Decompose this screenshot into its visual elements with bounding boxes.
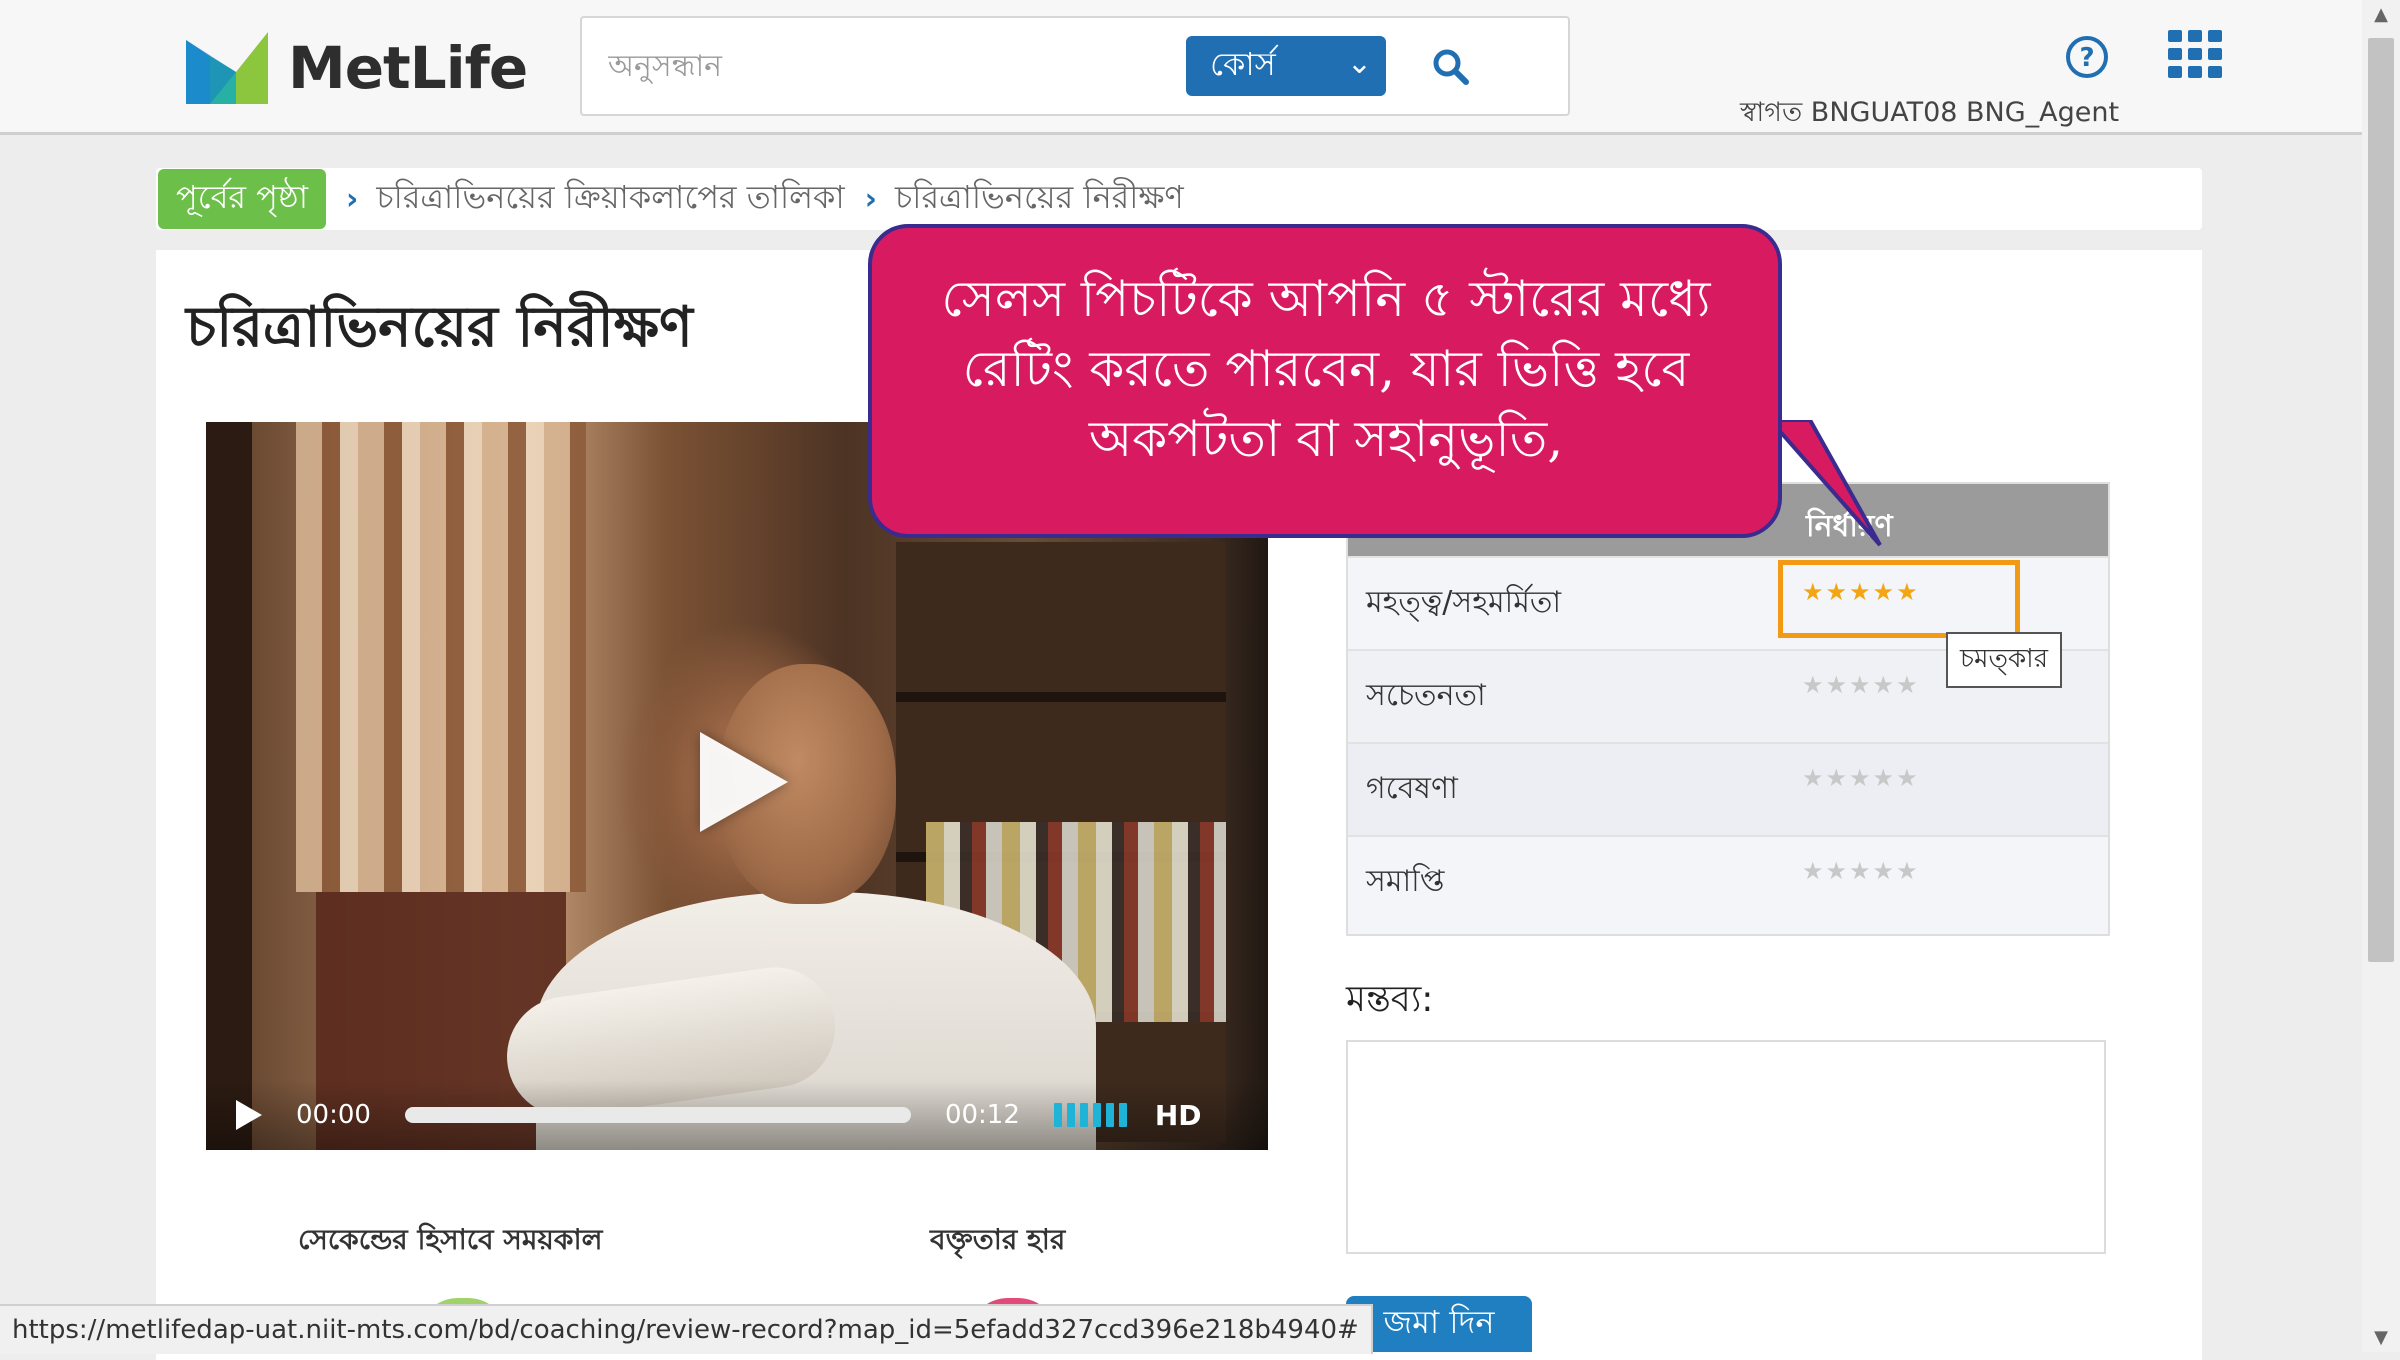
- callout-tail: [1770, 420, 1882, 547]
- search-icon: [1433, 49, 1469, 85]
- submit-button[interactable]: জমা দিন: [1346, 1296, 1532, 1352]
- comments-label: মন্তব্য:: [1346, 979, 1434, 1020]
- duration-time: 00:12: [944, 1100, 1020, 1130]
- top-header: MetLife কোর্স ⌄ ? স্বাগত BNGUAT08 BNG_Ag…: [0, 0, 2362, 135]
- volume-bar: [1079, 1103, 1088, 1127]
- scroll-up-arrow-icon[interactable]: ▲: [2362, 4, 2400, 25]
- rating-row: গবেষণা ★★★★★: [1348, 742, 2108, 837]
- duration-seconds-label: সেকেন্ডের হিসাবে সময়কাল: [298, 1223, 603, 1256]
- breadcrumb: পূর্বের পৃষ্ঠা › চরিত্রাভিনয়ের ক্রিয়াক…: [156, 168, 2202, 230]
- star-icon[interactable]: ★: [1802, 671, 1826, 699]
- status-bar-url: https://metlifedap-uat.niit-mts.com/bd/c…: [0, 1304, 1373, 1354]
- search-scope-label: কোর্স: [1210, 45, 1276, 83]
- metlife-logo[interactable]: MetLife: [186, 30, 528, 106]
- rating-row-label: মহত্ত্ব/সহমর্মিতা: [1366, 585, 1562, 620]
- callout-text: সেলস পিচটিকে আপনি ৫ স্টারের মধ্যে রেটিং …: [941, 270, 1711, 468]
- volume-icon[interactable]: [1053, 1103, 1127, 1127]
- rating-row-label: গবেষণা: [1366, 771, 1458, 806]
- rating-row-label: সচেতনতা: [1366, 678, 1486, 713]
- star-icon[interactable]: ★: [1896, 764, 1920, 792]
- star-icon[interactable]: ★: [1873, 764, 1897, 792]
- vertical-scrollbar[interactable]: ▲ ▼: [2362, 0, 2400, 1352]
- star-icon[interactable]: ★: [1849, 764, 1873, 792]
- star-icon[interactable]: ★: [1896, 671, 1920, 699]
- star-rating[interactable]: ★★★★★: [1802, 857, 1920, 885]
- rating-row-label: সমাপ্তি: [1366, 864, 1445, 899]
- volume-bar: [1092, 1103, 1101, 1127]
- svg-text:?: ?: [2079, 43, 2094, 73]
- scroll-down-arrow-icon[interactable]: ▼: [2362, 1327, 2400, 1348]
- rating-highlight-box: [1778, 560, 2020, 638]
- video-progress-bar[interactable]: [404, 1107, 911, 1123]
- apps-grid-icon[interactable]: [2168, 30, 2224, 78]
- hd-quality-button[interactable]: HD: [1155, 1099, 1202, 1132]
- star-icon[interactable]: ★: [1826, 764, 1850, 792]
- star-icon[interactable]: ★: [1849, 857, 1873, 885]
- star-icon[interactable]: ★: [1826, 671, 1850, 699]
- star-icon[interactable]: ★: [1849, 671, 1873, 699]
- breadcrumb-activity-list[interactable]: চরিত্রাভিনয়ের ক্রিয়াকলাপের তালিকা: [376, 172, 844, 226]
- rating-tooltip: চমত্কার: [1946, 632, 2063, 688]
- help-icon[interactable]: ?: [2064, 34, 2110, 80]
- breadcrumb-current: চরিত্রাভিনয়ের নিরীক্ষণ: [895, 178, 1184, 216]
- scrollbar-thumb[interactable]: [2368, 38, 2394, 962]
- big-play-icon[interactable]: [700, 732, 788, 832]
- search-input[interactable]: [606, 38, 1150, 94]
- page-title: চরিত্রাভিনয়ের নিরীক্ষণ: [186, 295, 693, 360]
- volume-bar: [1118, 1103, 1127, 1127]
- star-icon[interactable]: ★: [1873, 857, 1897, 885]
- back-button[interactable]: পূর্বের পৃষ্ঠা: [158, 169, 327, 229]
- search-button[interactable]: [1422, 38, 1480, 96]
- star-rating[interactable]: ★★★★★: [1802, 764, 1920, 792]
- volume-bar: [1105, 1103, 1114, 1127]
- comments-textarea[interactable]: [1346, 1040, 2106, 1254]
- video-frame-curtain: [296, 422, 586, 892]
- volume-bar: [1066, 1103, 1075, 1127]
- speech-rate-label: বক্তৃতার হার: [930, 1223, 1066, 1256]
- chevron-right-icon: ›: [864, 181, 878, 217]
- search-bar: কোর্স ⌄: [580, 16, 1570, 116]
- video-controls: 00:00 00:12 HD: [206, 1080, 1268, 1150]
- chevron-down-icon: ⌄: [1346, 46, 1372, 81]
- chevron-right-icon: ›: [346, 181, 359, 217]
- star-icon[interactable]: ★: [1802, 857, 1826, 885]
- star-icon[interactable]: ★: [1873, 671, 1897, 699]
- rating-row: সমাপ্তি ★★★★★: [1348, 835, 2108, 930]
- current-time: 00:00: [296, 1100, 371, 1130]
- volume-bar: [1053, 1103, 1062, 1127]
- search-scope-dropdown[interactable]: কোর্স ⌄: [1186, 36, 1386, 96]
- star-icon[interactable]: ★: [1802, 764, 1826, 792]
- play-icon[interactable]: [236, 1100, 262, 1130]
- star-icon[interactable]: ★: [1826, 857, 1850, 885]
- star-rating[interactable]: ★★★★★: [1802, 671, 1920, 699]
- star-icon[interactable]: ★: [1896, 857, 1920, 885]
- rating-table: নির্ধারণ মহত্ত্ব/সহমর্মিতা ★★★★★ সচেতনতা…: [1346, 482, 2110, 936]
- logo-text: MetLife: [288, 34, 528, 102]
- metlife-logo-icon: [186, 32, 268, 104]
- welcome-text: স্বাগত BNGUAT08 BNG_Agent: [1740, 97, 2120, 128]
